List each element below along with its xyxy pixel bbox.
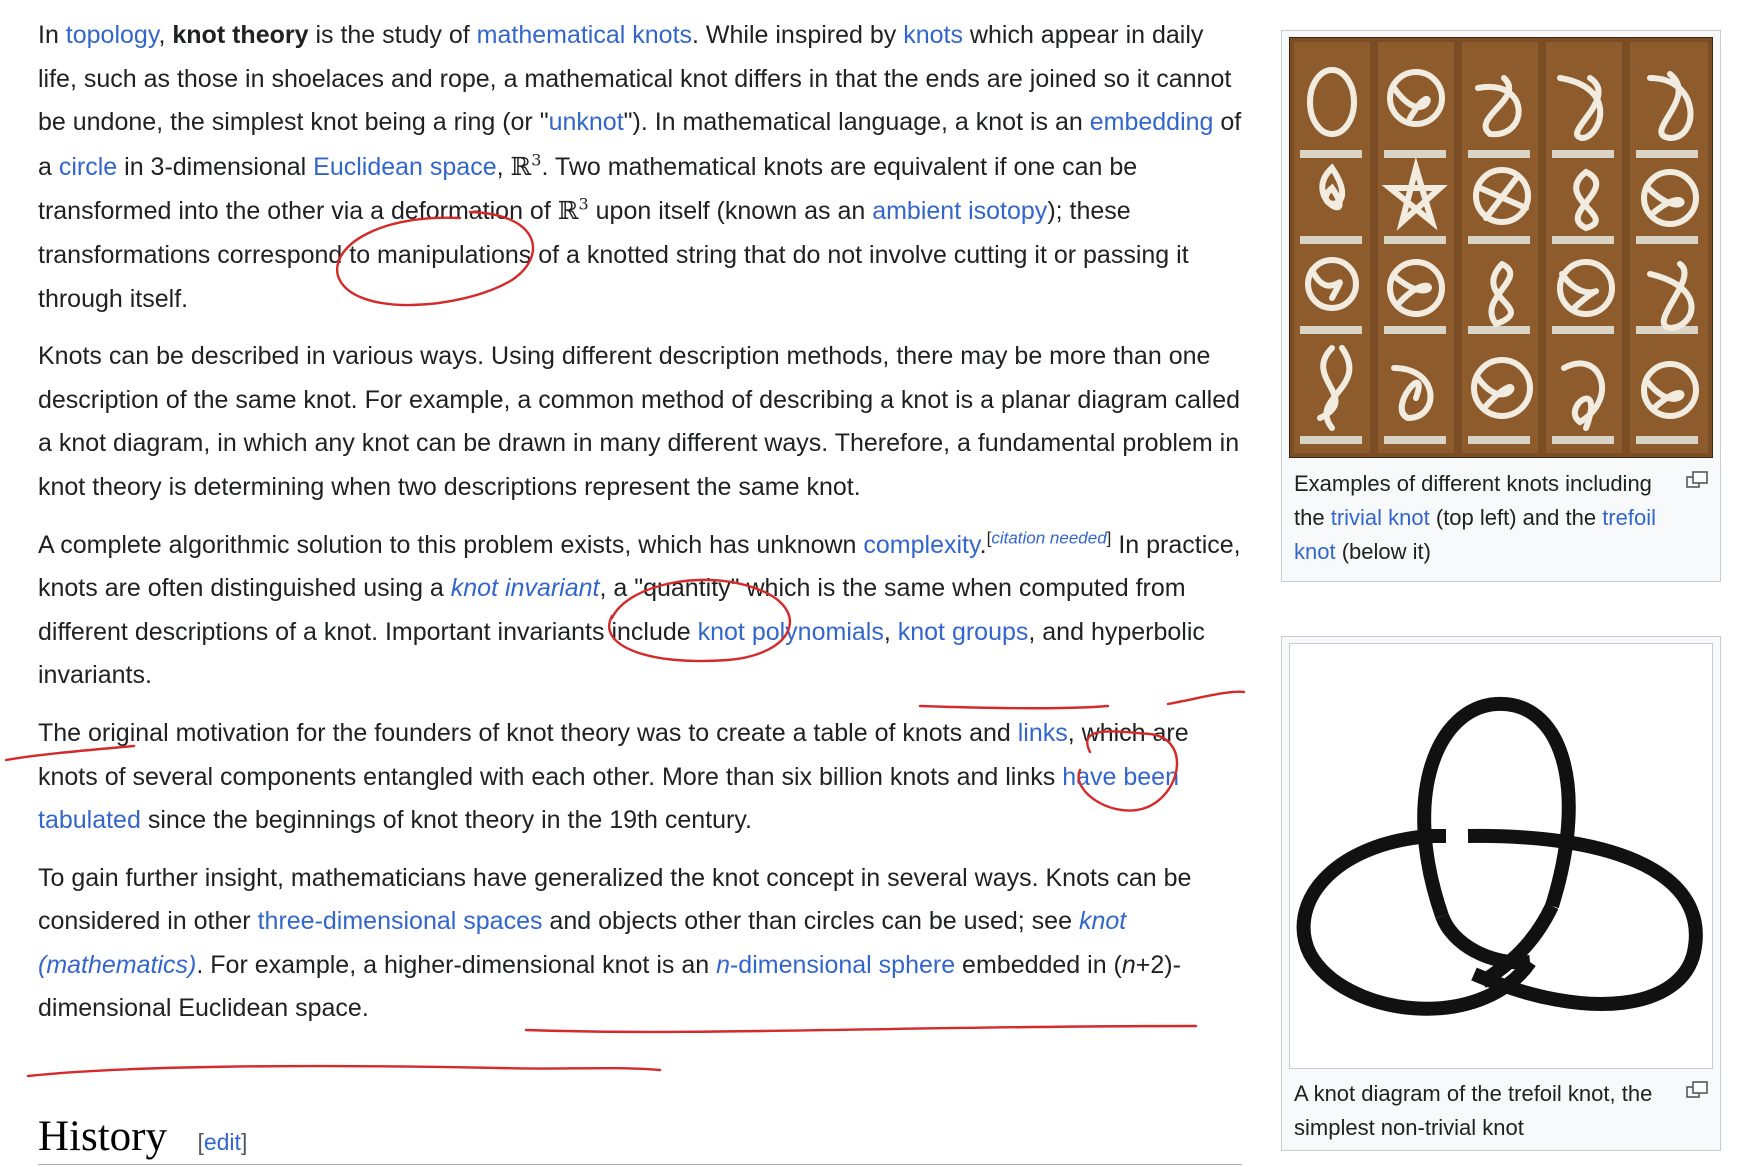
math-r3: ℝ3: [557, 195, 589, 226]
link-trivial-knot[interactable]: trivial knot: [1331, 505, 1430, 530]
link-euclidean-space[interactable]: Euclidean space: [313, 153, 496, 181]
article-page: In topology, knot theory is the study of…: [0, 0, 1742, 1167]
history-heading: History: [38, 1113, 167, 1160]
link-knot-polynomials[interactable]: knot polynomials: [698, 618, 884, 646]
figure-trefoil-knot: A knot diagram of the trefoil knot, the …: [1281, 636, 1721, 1151]
knot-board-drawing: [1294, 42, 1708, 453]
edit-link[interactable]: edit: [204, 1129, 241, 1155]
link-three-dimensional-spaces[interactable]: three-dimensional spaces: [258, 907, 543, 935]
edit-section-link[interactable]: [edit]: [197, 1129, 247, 1155]
magnify-clip-icon[interactable]: [1686, 471, 1708, 489]
link-knot-invariant[interactable]: knot invariant: [451, 574, 600, 602]
article-body: In topology, knot theory is the study of…: [38, 14, 1248, 1045]
caption-knot-board: Examples of different knots including th…: [1294, 471, 1656, 564]
link-ambient-isotopy[interactable]: ambient isotopy: [872, 197, 1047, 225]
link-circle[interactable]: circle: [59, 153, 117, 181]
link-citation-needed[interactable]: citation needed: [991, 528, 1106, 547]
link-embedding[interactable]: embedding: [1090, 108, 1214, 136]
underline-embedded: [26, 1064, 662, 1078]
link-topology[interactable]: topology: [66, 21, 159, 49]
link-unknot[interactable]: unknot: [549, 108, 624, 136]
math-r3: ℝ3: [510, 150, 542, 181]
paragraph-invariants: A complete algorithmic solution to this …: [38, 528, 1241, 690]
paragraph-generalizations: To gain further insight, mathematicians …: [38, 863, 1192, 1023]
caption-trefoil: A knot diagram of the trefoil knot, the …: [1294, 1081, 1653, 1140]
paragraph-intro: In topology, knot theory is the study of…: [38, 21, 1242, 313]
link-complexity[interactable]: complexity: [863, 531, 979, 559]
paragraph-description: Knots can be described in various ways. …: [38, 342, 1241, 501]
link-n-dimensional-sphere[interactable]: n-dimensional sphere: [716, 951, 955, 979]
paragraph-motivation: The original motivation for the founders…: [38, 718, 1189, 835]
section-heading-history: History [edit]: [38, 1112, 1242, 1165]
knot-board-image[interactable]: [1289, 37, 1713, 458]
trefoil-knot-image[interactable]: [1289, 643, 1713, 1069]
citation-needed[interactable]: [citation needed]: [987, 528, 1112, 547]
link-knots[interactable]: knots: [903, 21, 963, 49]
link-knot-groups[interactable]: knot groups: [898, 618, 1029, 646]
bold-knot-theory: knot theory: [172, 21, 309, 49]
trefoil-knot-drawing: [1296, 696, 1703, 1016]
link-links[interactable]: links: [1018, 719, 1068, 747]
figure-knot-board: Examples of different knots including th…: [1281, 30, 1721, 582]
link-mathematical-knots[interactable]: mathematical knots: [477, 21, 692, 49]
magnify-clip-icon[interactable]: [1686, 1081, 1708, 1099]
